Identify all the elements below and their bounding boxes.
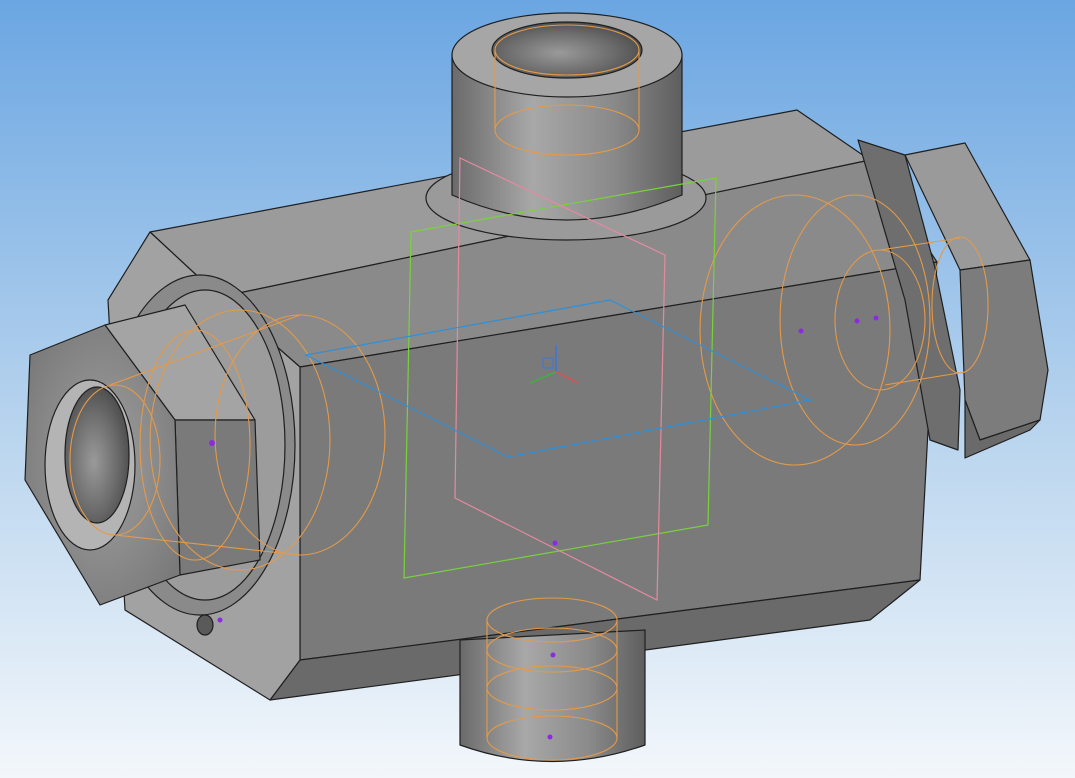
point-marker <box>798 328 804 334</box>
flange-hole <box>196 614 214 636</box>
point-marker <box>217 617 223 623</box>
point-marker <box>854 318 860 324</box>
point-marker <box>550 652 556 658</box>
point-marker <box>547 734 553 740</box>
left-bore <box>64 386 130 524</box>
point-marker <box>209 440 215 446</box>
top-boss[interactable] <box>425 12 707 241</box>
cad-scene[interactable] <box>0 0 1075 778</box>
point-marker <box>552 540 558 546</box>
point-marker <box>873 315 879 321</box>
left-nut-front-face <box>174 419 261 576</box>
top-boss-bore <box>491 21 643 79</box>
3d-model-viewport[interactable] <box>0 0 1075 778</box>
right-nut-front-face <box>959 259 1049 441</box>
